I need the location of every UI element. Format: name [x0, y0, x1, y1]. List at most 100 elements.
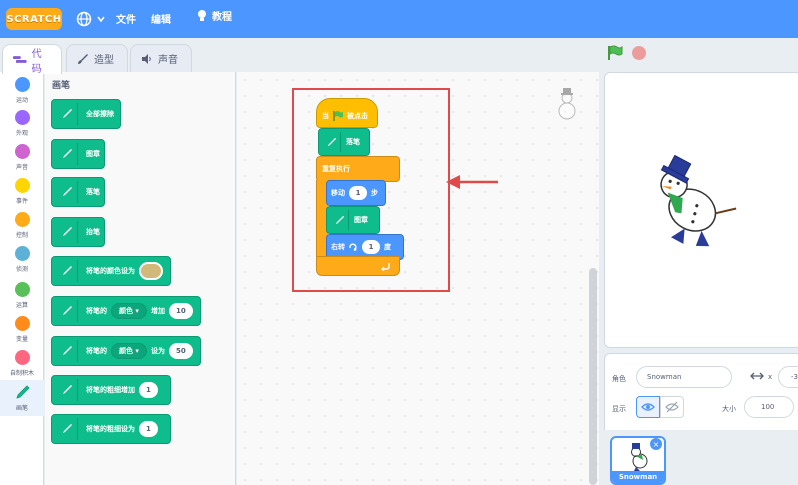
eye-slash-icon — [665, 401, 679, 413]
category-my-blocks[interactable]: 自制积木 — [0, 350, 44, 377]
category-sound[interactable]: 声音 — [0, 144, 44, 171]
category-variables[interactable]: 变量 — [0, 316, 44, 343]
chevron-down-icon — [97, 16, 105, 23]
category-sensing[interactable]: 侦测 — [0, 246, 44, 273]
category-events[interactable]: 事件 — [0, 178, 44, 205]
param-dropdown[interactable]: 颜色 ▾ — [111, 303, 147, 319]
block-stamp[interactable]: 图章 — [51, 139, 105, 169]
menu-bar: SCRATCH 文件 编辑 教程 — [0, 0, 798, 38]
param-dropdown[interactable]: 颜色 ▾ — [111, 343, 147, 359]
block-change-pen-param[interactable]: 将笔的 颜色 ▾ 增加 10 — [51, 296, 201, 326]
block-change-pen-size[interactable]: 将笔的粗细增加 1 — [51, 375, 171, 405]
category-dot — [14, 144, 30, 159]
pen-icon — [56, 103, 78, 125]
stop-button[interactable] — [632, 46, 646, 60]
x-label: x — [768, 373, 773, 381]
value-input[interactable]: 1 — [139, 421, 158, 437]
block-label: 将笔的粗细设为 — [86, 425, 135, 433]
block-pen-down[interactable]: 落笔 — [51, 177, 105, 207]
category-dot — [14, 282, 30, 297]
category-dot — [14, 212, 30, 227]
pen-icon — [56, 221, 78, 243]
block-label: 将笔的 — [86, 347, 107, 355]
scratch-logo[interactable]: SCRATCH — [6, 8, 62, 30]
color-swatch[interactable] — [139, 262, 163, 280]
pen-icon — [56, 300, 78, 322]
block-set-pen-color[interactable]: 将笔的颜色设为 — [51, 256, 171, 286]
block-label: 将笔的颜色设为 — [86, 267, 135, 275]
snowman-sprite[interactable] — [638, 155, 738, 247]
category-dot — [14, 110, 30, 125]
block-label: 抬笔 — [86, 228, 100, 236]
category-label: 外观 — [15, 130, 28, 137]
sprite-name-label: 角色 — [612, 375, 626, 383]
dropdown-label: 颜色 — [119, 307, 133, 315]
delete-sprite-button[interactable]: × — [650, 438, 662, 450]
show-sprite-button[interactable] — [636, 396, 660, 418]
block-label: 增加 — [150, 307, 165, 315]
category-looks[interactable]: 外观 — [0, 110, 44, 137]
category-dot — [14, 77, 30, 92]
language-menu[interactable] — [76, 9, 116, 29]
file-menu[interactable]: 文件 — [116, 11, 136, 26]
category-dot — [14, 246, 30, 261]
tutorials-label: 教程 — [212, 12, 232, 23]
red-arrow-icon — [446, 175, 498, 189]
x-position-icon — [750, 372, 764, 380]
category-label: 声音 — [15, 164, 28, 171]
tab-code[interactable]: 代码 — [2, 44, 62, 75]
tab-sounds-label: 声音 — [158, 55, 178, 66]
code-icon — [13, 55, 27, 63]
tutorials-menu[interactable]: 教程 — [196, 8, 232, 23]
category-label: 运动 — [15, 97, 28, 104]
block-label: 将笔的 — [86, 307, 107, 315]
value-input[interactable]: 1 — [139, 382, 158, 398]
block-label: 设为 — [150, 347, 165, 355]
size-input[interactable]: 100 — [744, 396, 794, 418]
snowman-icon — [558, 88, 576, 120]
pen-icon — [56, 340, 78, 362]
category-pen[interactable]: 画笔 — [0, 380, 44, 416]
block-clear[interactable]: 全部擦除 — [51, 99, 121, 129]
tab-costumes-label: 造型 — [94, 55, 114, 66]
hide-sprite-button[interactable] — [660, 396, 684, 418]
pen-icon — [56, 418, 78, 440]
tab-costumes[interactable]: 造型 — [66, 44, 128, 72]
block-label: 将笔的粗细增加 — [86, 386, 135, 394]
block-label: 落笔 — [86, 188, 100, 196]
block-pen-up[interactable]: 抬笔 — [51, 217, 105, 247]
category-motion[interactable]: 运动 — [0, 77, 44, 104]
block-set-pen-param[interactable]: 将笔的 颜色 ▾ 设为 50 — [51, 336, 201, 366]
value-input[interactable]: 10 — [168, 303, 193, 319]
workspace-scrollbar[interactable] — [589, 268, 597, 485]
brush-icon — [78, 53, 88, 64]
block-label: 全部擦除 — [86, 110, 114, 118]
pen-icon — [56, 143, 78, 165]
size-label: 大小 — [722, 405, 736, 413]
category-dot — [14, 178, 30, 193]
globe-icon — [76, 11, 92, 27]
highlight-box — [292, 88, 450, 292]
tab-sounds[interactable]: 声音 — [130, 44, 192, 72]
sprite-name-input[interactable]: Snowman — [636, 366, 732, 388]
pen-icon — [56, 379, 78, 401]
green-flag-icon[interactable] — [606, 44, 624, 62]
block-label: 图章 — [86, 150, 100, 158]
sprite-tile-name: Snowman — [612, 471, 664, 483]
snowman-icon — [631, 443, 648, 471]
category-label: 自制积木 — [9, 370, 34, 377]
pen-icon — [56, 181, 78, 203]
dropdown-label: 颜色 — [119, 347, 133, 355]
tab-code-label: 代码 — [31, 48, 42, 75]
block-set-pen-size[interactable]: 将笔的粗细设为 1 — [51, 414, 171, 444]
lightbulb-icon — [198, 9, 206, 21]
category-operators[interactable]: 运算 — [0, 282, 44, 309]
x-input[interactable]: -3 — [778, 366, 798, 388]
pen-icon — [15, 384, 30, 399]
palette-section-title: 画笔 — [52, 81, 71, 91]
value-input[interactable]: 50 — [168, 343, 193, 359]
edit-menu[interactable]: 编辑 — [151, 11, 171, 26]
category-control[interactable]: 控制 — [0, 212, 44, 239]
category-dot — [14, 316, 30, 331]
category-label: 变量 — [15, 336, 28, 343]
